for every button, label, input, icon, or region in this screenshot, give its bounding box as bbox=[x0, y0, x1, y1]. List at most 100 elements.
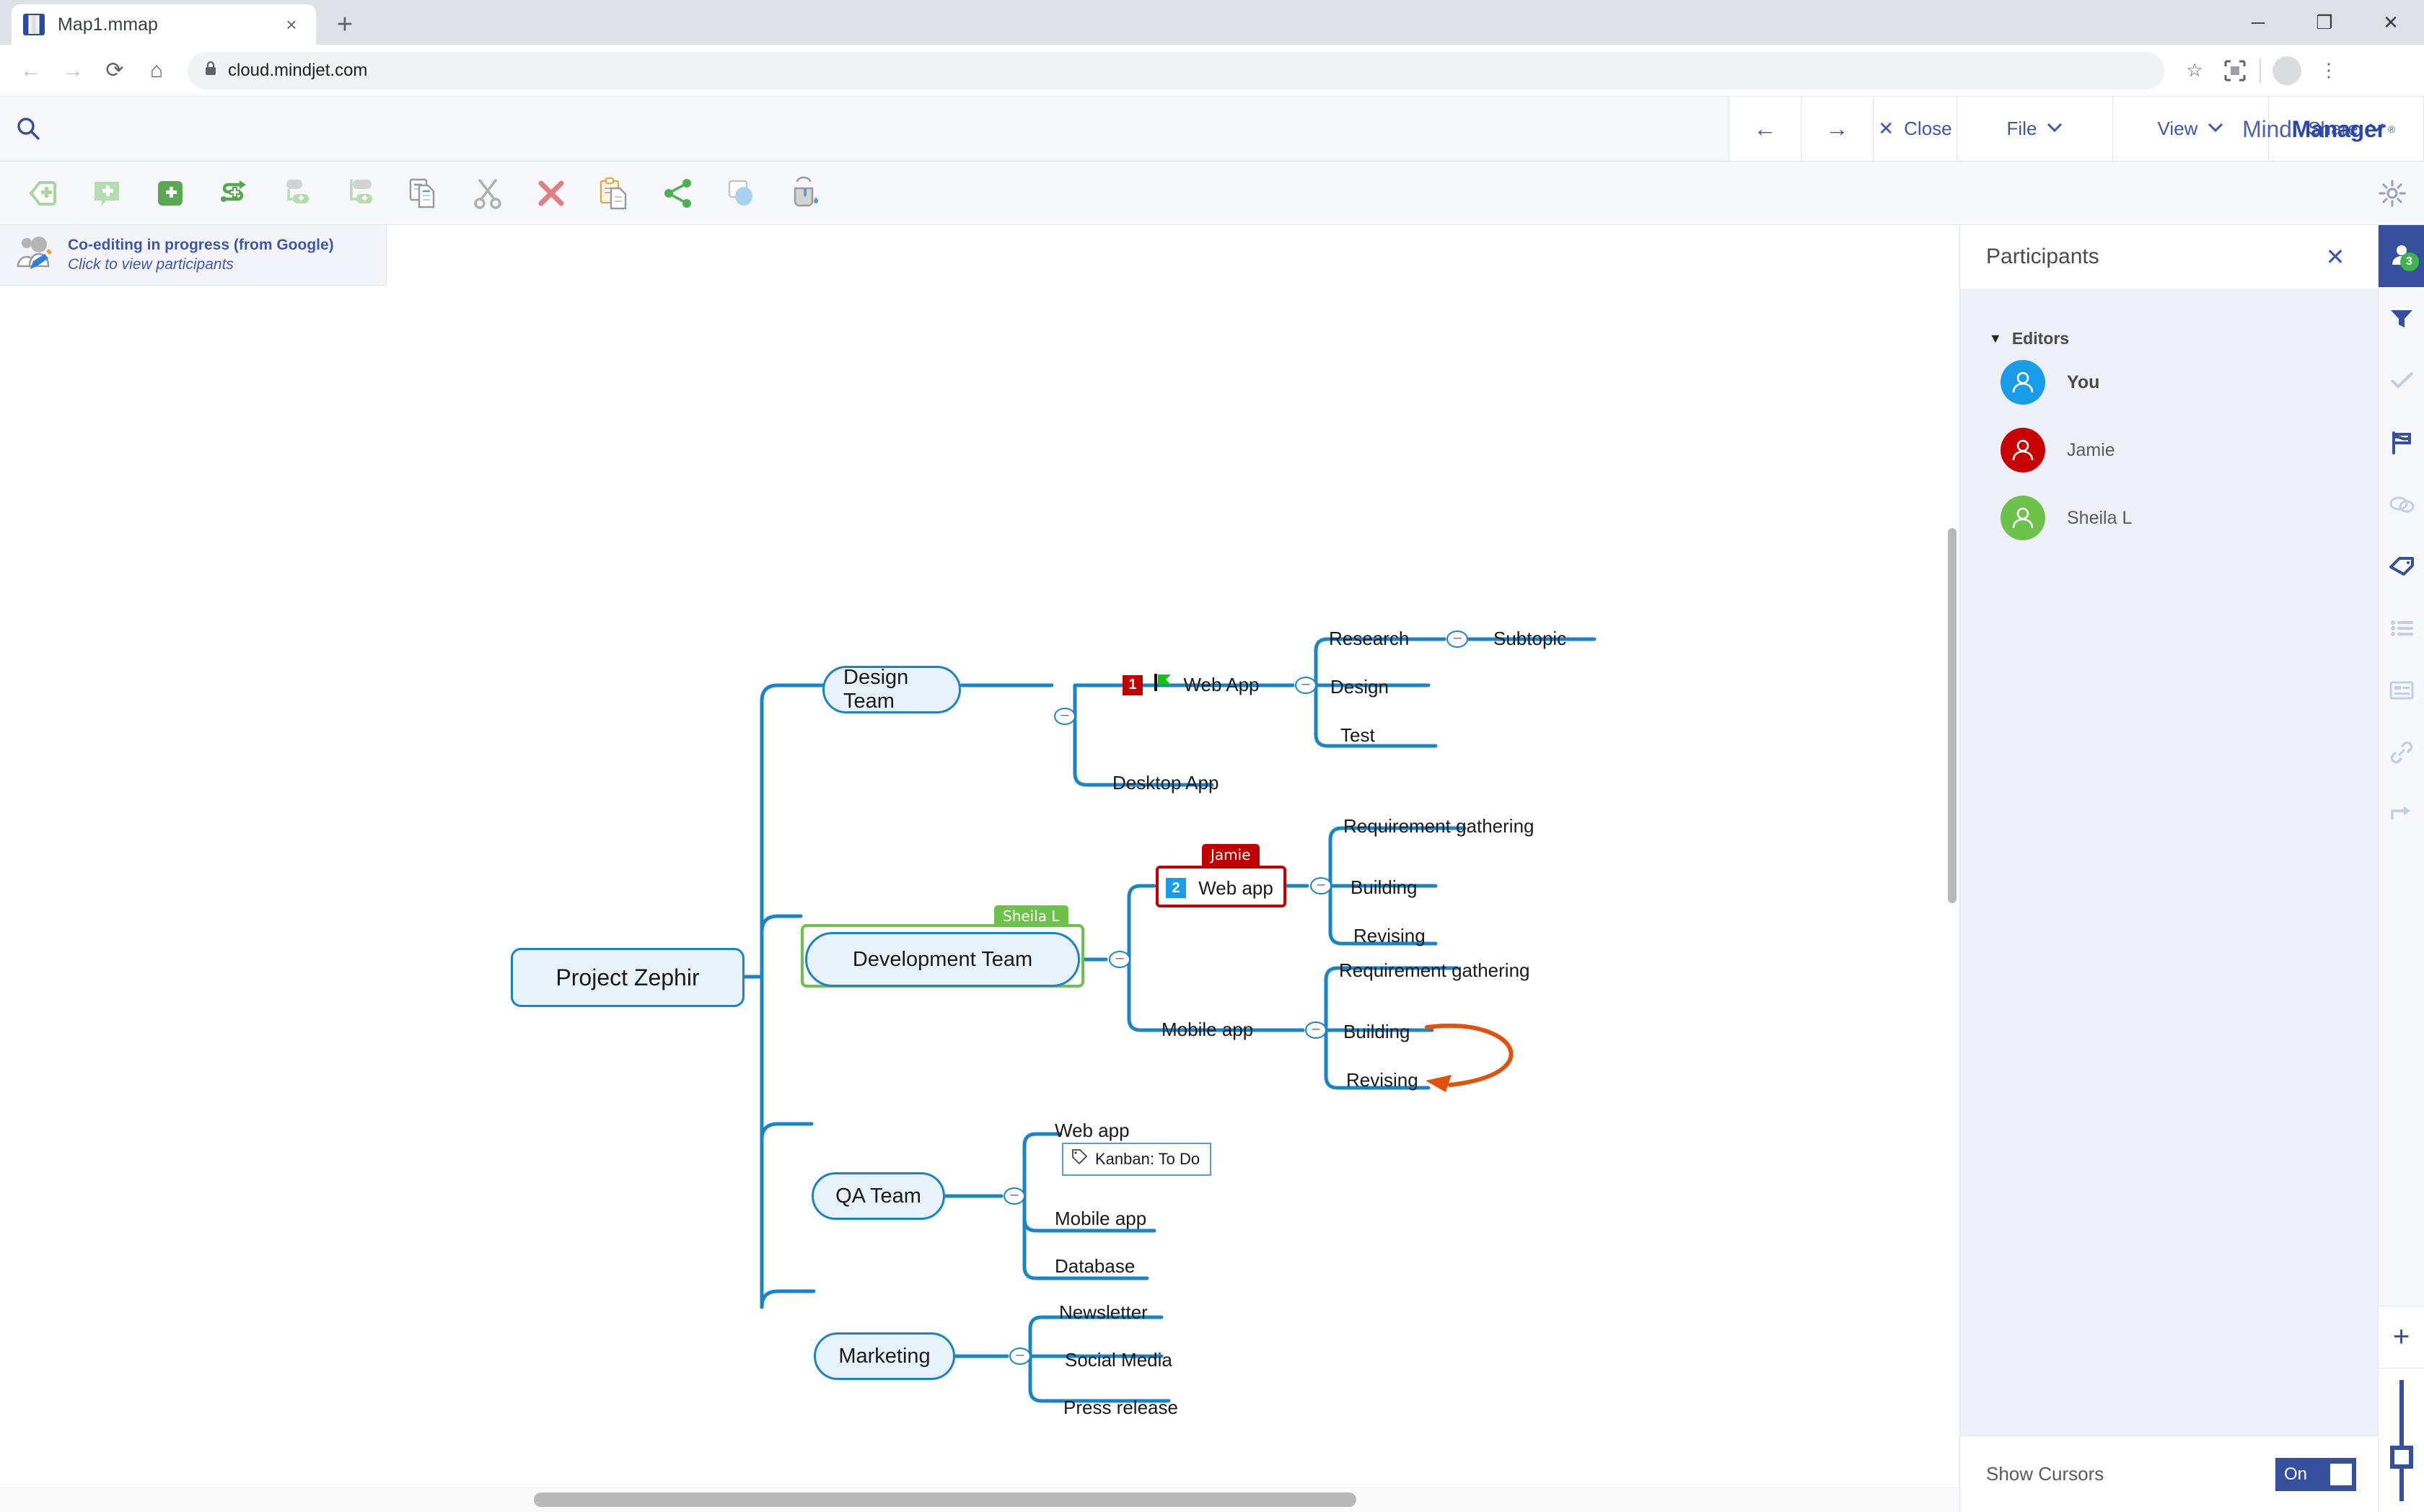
avatar[interactable] bbox=[2272, 56, 2301, 85]
back-icon[interactable]: ← bbox=[10, 50, 52, 92]
map-node-label: Marketing bbox=[838, 1344, 931, 1368]
zoom-slider[interactable] bbox=[2378, 1368, 2424, 1512]
task-check-icon[interactable] bbox=[2379, 349, 2424, 411]
map-node-label: Web App bbox=[1183, 674, 1260, 695]
export-icon[interactable] bbox=[2379, 783, 2424, 845]
copy-icon[interactable] bbox=[392, 162, 456, 225]
notes-icon[interactable] bbox=[2379, 659, 2424, 721]
shape-icon[interactable] bbox=[710, 162, 773, 225]
participants-icon[interactable]: 3 bbox=[2378, 225, 2424, 287]
paste-icon[interactable] bbox=[583, 162, 646, 225]
close-icon[interactable]: ✕ bbox=[2319, 240, 2352, 273]
map-node-label: QA Team bbox=[835, 1184, 921, 1208]
map-node-requirement-gathering-mobile[interactable]: Requirement gathering bbox=[1339, 959, 1530, 982]
collapse-toggle-marketing[interactable]: – bbox=[1009, 1348, 1031, 1365]
add-topic-before-icon[interactable] bbox=[12, 162, 75, 225]
add-subtopic-left-icon[interactable] bbox=[265, 162, 329, 225]
map-back-button[interactable]: ← bbox=[1729, 97, 1801, 161]
map-node-newsletter[interactable]: Newsletter bbox=[1059, 1301, 1148, 1324]
filter-icon[interactable] bbox=[2379, 287, 2424, 349]
map-node-web-app-design[interactable]: 1 Web App bbox=[1123, 672, 1260, 698]
address-bar[interactable]: cloud.mindjet.com bbox=[188, 51, 2164, 89]
reader-mode-icon[interactable] bbox=[2215, 50, 2255, 91]
map-node-building-web[interactable]: Building bbox=[1351, 876, 1418, 899]
flag-icon[interactable] bbox=[2379, 411, 2424, 473]
home-icon[interactable]: ⌂ bbox=[136, 50, 177, 92]
bookmark-star-icon[interactable]: ☆ bbox=[2174, 50, 2215, 91]
tag-icon[interactable] bbox=[2379, 535, 2424, 597]
tag-badge-kanban[interactable]: Kanban: To Do bbox=[1062, 1143, 1212, 1176]
collapse-toggle-research[interactable]: – bbox=[1446, 630, 1468, 648]
fill-bucket-icon[interactable] bbox=[773, 162, 837, 225]
participant-you[interactable]: You bbox=[1960, 348, 2378, 416]
map-node-subtopic[interactable]: Subtopic bbox=[1493, 628, 1566, 650]
outline-icon[interactable] bbox=[2379, 597, 2424, 659]
divider bbox=[2260, 58, 2261, 83]
collapse-toggle-web-app-dev[interactable]: – bbox=[1310, 877, 1332, 895]
add-subtopic-right-icon[interactable] bbox=[329, 162, 392, 225]
minimize-icon[interactable]: ─ bbox=[2225, 0, 2291, 45]
map-forward-button[interactable]: → bbox=[1801, 97, 1873, 161]
editors-group-header[interactable]: ▼ Editors bbox=[1960, 329, 2378, 348]
map-node-marketing[interactable]: Marketing bbox=[814, 1332, 955, 1380]
participant-sheila[interactable]: Sheila L bbox=[1960, 484, 2378, 552]
header-spacer bbox=[56, 97, 1729, 161]
map-node-revising-mobile[interactable]: Revising bbox=[1346, 1069, 1418, 1091]
mindmap-canvas[interactable]: Co-editing in progress (from Google) Cli… bbox=[0, 225, 1959, 1512]
new-tab-button[interactable]: + bbox=[325, 4, 365, 45]
map-toolbar bbox=[0, 162, 2424, 225]
map-node-desktop-app[interactable]: Desktop App bbox=[1112, 772, 1218, 794]
map-node-design-team[interactable]: Design Team bbox=[822, 666, 961, 713]
map-node-web-app-dev[interactable]: 2 Web app bbox=[1166, 876, 1273, 900]
participants-count-badge: 3 bbox=[2399, 252, 2419, 271]
close-button[interactable]: ✕ Close bbox=[1873, 97, 1957, 161]
settings-button[interactable] bbox=[2378, 162, 2407, 225]
browser-tab[interactable]: Map1.mmap × bbox=[12, 4, 316, 45]
maximize-icon[interactable]: ❐ bbox=[2291, 0, 2358, 45]
chevron-down-icon bbox=[2208, 121, 2223, 136]
close-icon[interactable]: × bbox=[278, 12, 304, 38]
map-node-mobile-app-dev[interactable]: Mobile app bbox=[1162, 1019, 1253, 1041]
collapse-toggle-mobile-app-dev[interactable]: – bbox=[1305, 1021, 1327, 1039]
map-node-social-media[interactable]: Social Media bbox=[1065, 1349, 1172, 1371]
reload-icon[interactable]: ⟳ bbox=[94, 50, 136, 92]
menu-file[interactable]: File bbox=[1957, 97, 2112, 161]
window-close-icon[interactable]: ✕ bbox=[2358, 0, 2424, 45]
collapse-toggle-qa-team[interactable]: – bbox=[1004, 1187, 1025, 1205]
add-topic-icon[interactable] bbox=[139, 162, 202, 225]
add-panel-button[interactable]: + bbox=[2378, 1306, 2424, 1368]
map-node-design[interactable]: Design bbox=[1330, 676, 1389, 698]
share-icon[interactable] bbox=[646, 162, 710, 225]
link-icon[interactable] bbox=[2379, 721, 2424, 783]
map-node-database-qa[interactable]: Database bbox=[1055, 1255, 1135, 1278]
browser-menu-icon[interactable]: ⋮ bbox=[2309, 50, 2349, 91]
participant-name: Jamie bbox=[2067, 439, 2115, 460]
add-relationship-icon[interactable] bbox=[202, 162, 265, 225]
participant-jamie[interactable]: Jamie bbox=[1960, 416, 2378, 484]
collapse-toggle-design-team[interactable]: – bbox=[1054, 708, 1076, 725]
map-node-requirement-gathering-web[interactable]: Requirement gathering bbox=[1343, 815, 1534, 838]
map-node-development-team[interactable]: Development Team bbox=[805, 932, 1080, 987]
map-node-mobile-app-qa[interactable]: Mobile app bbox=[1055, 1208, 1146, 1230]
lock-icon bbox=[203, 60, 218, 82]
map-node-root[interactable]: Project Zephir bbox=[511, 948, 745, 1007]
map-node-test[interactable]: Test bbox=[1340, 724, 1375, 747]
canvas-vertical-scrollbar[interactable] bbox=[1948, 528, 1957, 903]
show-cursors-toggle[interactable]: On bbox=[2275, 1457, 2356, 1491]
map-node-web-app-qa[interactable]: Web app bbox=[1055, 1120, 1130, 1142]
canvas-horizontal-scrollbar[interactable] bbox=[0, 1487, 1959, 1512]
forward-icon[interactable]: → bbox=[52, 50, 94, 92]
map-node-qa-team[interactable]: QA Team bbox=[812, 1172, 945, 1220]
delete-icon[interactable] bbox=[519, 162, 583, 225]
search-icon[interactable] bbox=[0, 97, 56, 161]
add-callout-topic-icon[interactable] bbox=[75, 162, 139, 225]
map-node-revising-web[interactable]: Revising bbox=[1353, 925, 1426, 947]
collapse-toggle-development-team[interactable]: – bbox=[1109, 951, 1130, 968]
map-node-press-release[interactable]: Press release bbox=[1063, 1397, 1178, 1419]
map-node-research[interactable]: Research bbox=[1329, 628, 1409, 650]
cut-icon[interactable] bbox=[456, 162, 519, 225]
comment-icon[interactable] bbox=[2379, 473, 2424, 535]
collapse-toggle-web-app[interactable]: – bbox=[1295, 677, 1317, 694]
map-node-building-mobile[interactable]: Building bbox=[1343, 1021, 1410, 1043]
scrollbar-thumb[interactable] bbox=[534, 1493, 1356, 1507]
